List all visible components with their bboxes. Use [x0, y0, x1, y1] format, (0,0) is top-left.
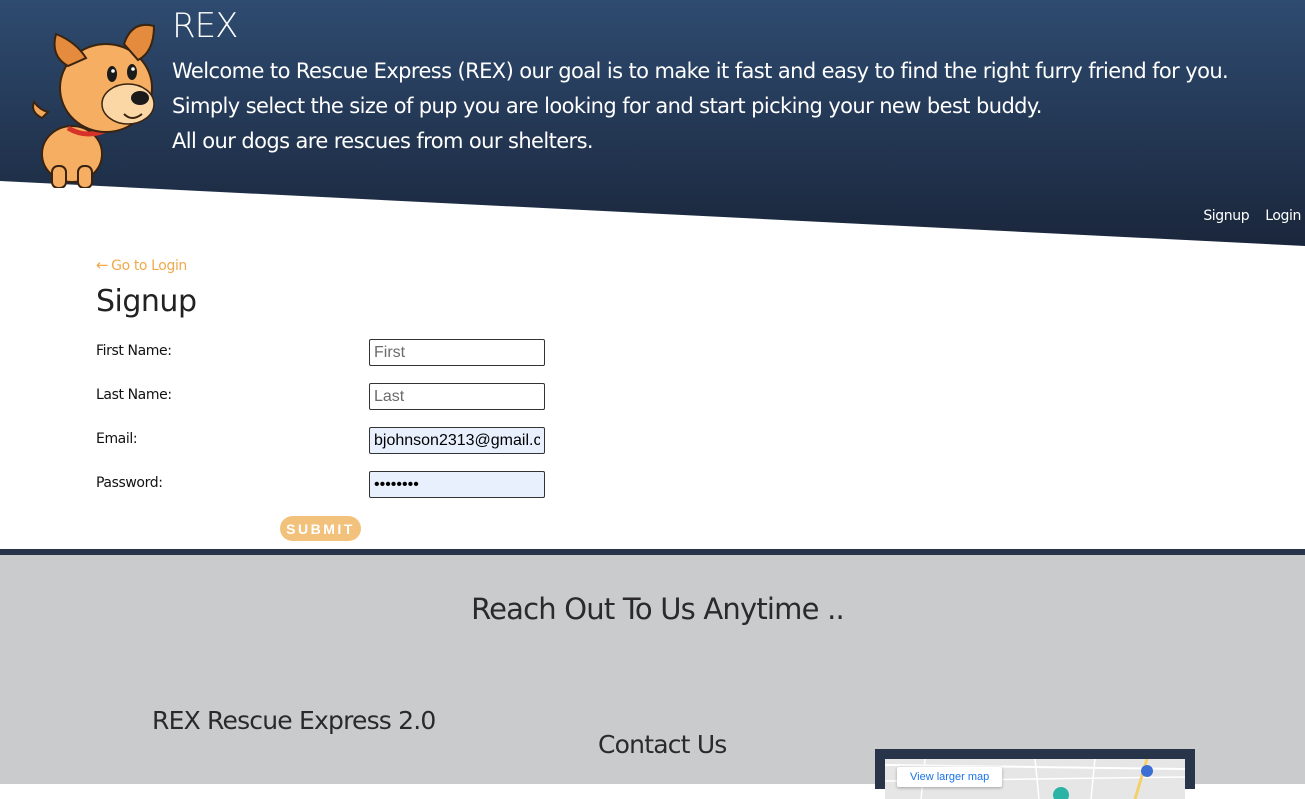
footer-contact-title: Contact Us [598, 730, 727, 759]
email-input[interactable] [369, 427, 545, 454]
left-arrow-icon: ← [96, 256, 109, 274]
first-name-label: First Name: [96, 343, 172, 359]
last-name-row: Last Name: [96, 383, 556, 417]
submit-button[interactable]: SUBMIT [280, 516, 361, 541]
last-name-label: Last Name: [96, 387, 172, 403]
password-row: Password: [96, 471, 556, 505]
go-to-login-link[interactable]: ← Go to Login [96, 256, 187, 274]
map-embed: View larger map [875, 749, 1195, 799]
site-brand: REX [172, 6, 238, 46]
email-row: Email: [96, 427, 556, 461]
cartoon-dog-icon [32, 23, 156, 188]
nav-login-link[interactable]: Login [1265, 208, 1301, 224]
intro-line: Simply select the size of pup you are lo… [172, 94, 1042, 118]
page-title: Signup [96, 284, 197, 319]
view-larger-map-button[interactable]: View larger map [897, 767, 1003, 787]
top-nav: Signup Login [1203, 208, 1301, 224]
site-header: REX Welcome to Rescue Express (REX) our … [0, 0, 1305, 246]
password-input[interactable] [369, 471, 545, 498]
first-name-row: First Name: [96, 339, 556, 373]
intro-text: Welcome to Rescue Express (REX) our goal… [172, 54, 1229, 159]
footer-title: Reach Out To Us Anytime .. [471, 592, 845, 626]
map-view[interactable]: View larger map [885, 759, 1185, 799]
nav-signup-link[interactable]: Signup [1203, 208, 1249, 224]
go-to-login-label: Go to Login [111, 258, 187, 274]
password-label: Password: [96, 475, 163, 491]
intro-line: All our dogs are rescues from our shelte… [172, 129, 594, 153]
last-name-input[interactable] [369, 383, 545, 410]
footer-brand-title: REX Rescue Express 2.0 [152, 706, 436, 735]
email-label: Email: [96, 431, 138, 447]
intro-line: Welcome to Rescue Express (REX) our goal… [172, 59, 1229, 83]
first-name-input[interactable] [369, 339, 545, 366]
